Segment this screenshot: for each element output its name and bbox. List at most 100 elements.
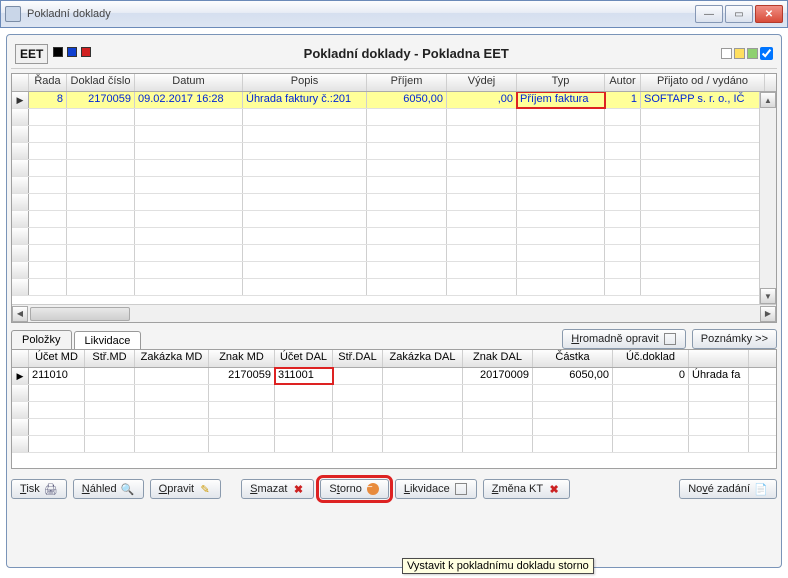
col-rada[interactable]: Řada — [29, 74, 67, 91]
cell-zakdal — [383, 368, 463, 384]
maximize-button[interactable]: ▭ — [725, 5, 753, 23]
scroll-down-icon[interactable]: ▼ — [760, 288, 776, 304]
app-icon — [5, 6, 21, 22]
tab-likvidace[interactable]: Likvidace — [74, 331, 142, 350]
table-row[interactable] — [12, 279, 776, 296]
button-label: Opravit — [159, 483, 194, 495]
cell-znakdal: 20170009 — [463, 368, 533, 384]
col-znakmd[interactable]: Znak MD — [209, 350, 275, 367]
nahled-button[interactable]: Náhled 🔍 — [73, 479, 144, 499]
col-ucetdal[interactable]: Účet DAL — [275, 350, 333, 367]
table-row[interactable] — [12, 160, 776, 177]
grid-corner — [12, 350, 29, 367]
window-title: Pokladní doklady — [27, 8, 695, 20]
cell-tail: Úhrada fa — [689, 368, 749, 384]
row-marker: ▶ — [12, 92, 29, 108]
main-panel: EET Pokladní doklady - Pokladna EET Řada… — [6, 34, 782, 568]
cell-prijem: 6050,00 — [367, 92, 447, 108]
scroll-right-icon[interactable]: ▶ — [760, 306, 776, 322]
col-doklad[interactable]: Doklad číslo — [67, 74, 135, 91]
table-row[interactable] — [12, 109, 776, 126]
col-ucdoklad[interactable]: Úč.doklad — [613, 350, 689, 367]
button-label: Smazat — [250, 483, 287, 495]
vertical-scrollbar[interactable]: ▲ ▼ — [759, 92, 776, 304]
horizontal-scrollbar[interactable]: ◀ ▶ — [12, 304, 776, 322]
table-row[interactable]: ▶ 211010 2170059 311001 20170009 6050,00… — [12, 368, 776, 385]
eet-label: EET — [15, 44, 48, 64]
delete-icon: ✖ — [291, 482, 305, 496]
table-row[interactable] — [12, 419, 776, 436]
scroll-up-icon[interactable]: ▲ — [760, 92, 776, 108]
row-marker: ▶ — [12, 368, 29, 384]
zmena-kt-button[interactable]: Změna KT ✖ — [483, 479, 570, 499]
button-label: Tisk — [20, 483, 40, 495]
indicator-white — [721, 48, 732, 59]
table-row[interactable] — [12, 228, 776, 245]
table-row[interactable] — [12, 194, 776, 211]
col-popis[interactable]: Popis — [243, 74, 367, 91]
col-strmd[interactable]: Stř.MD — [85, 350, 135, 367]
checkbox-icon — [454, 482, 468, 496]
header-checkbox[interactable] — [760, 47, 773, 60]
col-castka[interactable]: Částka — [533, 350, 613, 367]
table-row[interactable] — [12, 245, 776, 262]
hromadne-opravit-button[interactable]: Hromadně opravit — [562, 329, 685, 349]
tisk-button[interactable]: Tisk 🖨 — [11, 479, 67, 499]
col-prijato[interactable]: Přijato od / vydáno — [641, 74, 765, 91]
col-strdal[interactable]: Stř.DAL — [333, 350, 383, 367]
col-prijem[interactable]: Příjem — [367, 74, 447, 91]
table-row[interactable] — [12, 402, 776, 419]
button-label: Změna KT — [492, 483, 543, 495]
col-ucetmd[interactable]: Účet MD — [29, 350, 85, 367]
tab-polozky[interactable]: Položky — [11, 330, 72, 349]
cell-ucetmd: 211010 — [29, 368, 85, 384]
indicator-yellow — [734, 48, 745, 59]
col-vydej[interactable]: Výdej — [447, 74, 517, 91]
right-indicator-group — [721, 47, 773, 60]
opravit-button[interactable]: Opravit ✎ — [150, 479, 221, 499]
cell-rada: 8 — [29, 92, 67, 108]
storno-button[interactable]: Storno − — [320, 479, 388, 499]
scroll-thumb[interactable] — [30, 307, 130, 321]
button-label: Likvidace — [404, 483, 450, 495]
titlebar: Pokladní doklady — ▭ ✕ — [0, 0, 788, 28]
button-row: Tisk 🖨 Náhled 🔍 Opravit ✎ Smazat ✖ Storn… — [11, 479, 777, 499]
table-row[interactable] — [12, 262, 776, 279]
cell-strdal — [333, 368, 383, 384]
minimize-button[interactable]: — — [695, 5, 723, 23]
table-row[interactable] — [12, 436, 776, 453]
col-typ[interactable]: Typ — [517, 74, 605, 91]
table-row[interactable] — [12, 385, 776, 402]
color-square-red — [81, 47, 91, 57]
cell-vydej: ,00 — [447, 92, 517, 108]
print-icon: 🖨 — [44, 482, 58, 496]
table-row[interactable] — [12, 126, 776, 143]
close-button[interactable]: ✕ — [755, 5, 783, 23]
table-row[interactable] — [12, 211, 776, 228]
col-zakdal[interactable]: Zakázka DAL — [383, 350, 463, 367]
scroll-left-icon[interactable]: ◀ — [12, 306, 28, 322]
col-znakdal[interactable]: Znak DAL — [463, 350, 533, 367]
table-row[interactable]: ▶ 8 2170059 09.02.2017 16:28 Úhrada fakt… — [12, 92, 776, 109]
x-icon: ✖ — [547, 482, 561, 496]
cell-typ: Příjem faktura — [517, 92, 605, 108]
smazat-button[interactable]: Smazat ✖ — [241, 479, 314, 499]
table-row[interactable] — [12, 143, 776, 160]
poznamky-button[interactable]: Poznámky >> — [692, 329, 777, 349]
tabs-row: Položky Likvidace Hromadně opravit Pozná… — [11, 329, 777, 349]
nove-zadani-button[interactable]: Nové zadání 📄 — [679, 479, 777, 499]
sub-grid-header: Účet MD Stř.MD Zakázka MD Znak MD Účet D… — [12, 350, 776, 368]
table-row[interactable] — [12, 177, 776, 194]
col-zakmd[interactable]: Zakázka MD — [135, 350, 209, 367]
button-label: Náhled — [82, 483, 117, 495]
cell-znakmd: 2170059 — [209, 368, 275, 384]
cell-ucetdal: 311001 — [275, 368, 333, 384]
col-autor[interactable]: Autor — [605, 74, 641, 91]
cell-autor: 1 — [605, 92, 641, 108]
main-grid: Řada Doklad číslo Datum Popis Příjem Výd… — [11, 73, 777, 323]
cell-doklad: 2170059 — [67, 92, 135, 108]
col-datum[interactable]: Datum — [135, 74, 243, 91]
col-tail[interactable] — [689, 350, 749, 367]
button-label: Nové zadání — [688, 483, 750, 495]
likvidace-button[interactable]: Likvidace — [395, 479, 477, 499]
